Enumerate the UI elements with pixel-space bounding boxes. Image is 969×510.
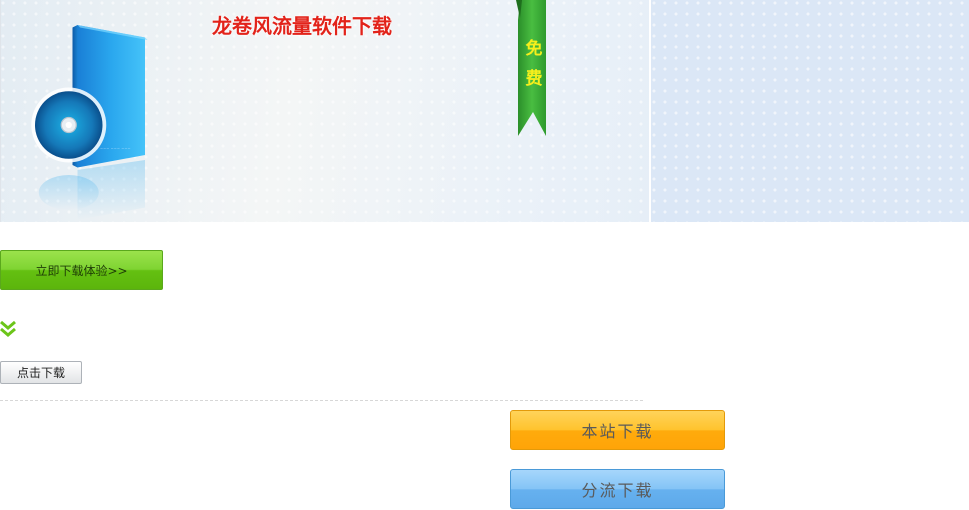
banner-right-panel — [651, 0, 969, 222]
click-download-button[interactable]: 点击下载 — [0, 361, 82, 384]
software-box-icon: ~~~ ~~~ ~~~ — [31, 25, 148, 220]
banner: ~~~ ~~~ ~~~ 龙卷风流量软件下载 免 费 — [0, 0, 969, 222]
banner-divider — [649, 0, 651, 222]
page: ~~~ ~~~ ~~~ 龙卷风流量软件下载 免 费 立即下载体验>> 点击下载 … — [0, 0, 969, 510]
banner-edge — [0, 0, 1, 222]
download-experience-button[interactable]: 立即下载体验>> — [0, 250, 163, 290]
banner-title: 龙卷风流量软件下载 — [212, 14, 392, 38]
ribbon-char-2: 费 — [525, 69, 543, 89]
svg-text:~~~ ~~~ ~~~: ~~~ ~~~ ~~~ — [100, 147, 131, 151]
local-download-button[interactable]: 本站下载 — [510, 410, 725, 450]
mirror-download-button[interactable]: 分流下载 — [510, 469, 725, 509]
ribbon-char-1: 免 — [525, 39, 543, 59]
double-chevron-down-icon — [0, 320, 16, 337]
dashed-divider — [0, 400, 643, 401]
